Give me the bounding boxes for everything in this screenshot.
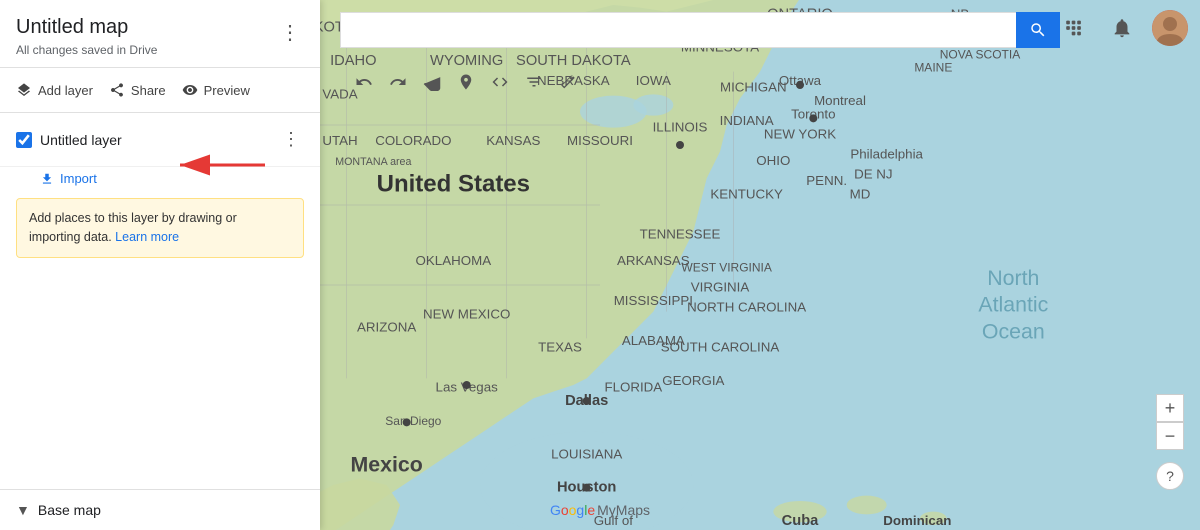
learn-more-link[interactable]: Learn more	[115, 230, 179, 244]
search-input[interactable]	[340, 12, 1016, 48]
svg-text:Cuba: Cuba	[782, 513, 819, 529]
brand-o2: o	[569, 502, 577, 518]
svg-text:MAINE: MAINE	[914, 61, 952, 75]
hint-box: Add places to this layer by drawing or i…	[16, 198, 304, 258]
svg-text:ARIZONA: ARIZONA	[357, 320, 416, 335]
base-map-label: Base map	[38, 502, 101, 518]
layer-name: Untitled layer	[40, 132, 122, 148]
svg-text:North: North	[987, 266, 1039, 290]
help-button[interactable]: ?	[1156, 462, 1184, 490]
sidebar-header: Untitled map All changes saved in Drive …	[0, 0, 320, 68]
layer-checkbox[interactable]	[16, 132, 32, 148]
svg-text:OHIO: OHIO	[756, 153, 790, 168]
google-brand: Google MyMaps	[550, 502, 650, 518]
svg-text:MISSISSIPPI: MISSISSIPPI	[614, 293, 693, 308]
sidebar-panel: Untitled map All changes saved in Drive …	[0, 0, 320, 530]
svg-text:United States: United States	[377, 171, 530, 198]
zoom-controls: + −	[1156, 394, 1184, 450]
layer-menu-button[interactable]: ⋮	[278, 125, 304, 154]
hand-tool-button[interactable]	[416, 66, 448, 98]
search-container	[340, 12, 1060, 48]
svg-text:TEXAS: TEXAS	[538, 340, 582, 355]
base-map-toggle[interactable]: ▼	[16, 502, 30, 518]
search-icon	[1029, 21, 1047, 39]
base-map-section: ▼ Base map	[0, 489, 320, 530]
apps-grid-button[interactable]	[1056, 10, 1092, 46]
svg-text:ARKANSAS: ARKANSAS	[617, 253, 690, 268]
svg-text:FLORIDA: FLORIDA	[604, 380, 662, 395]
search-button[interactable]	[1016, 12, 1060, 48]
svg-text:TENNESSEE: TENNESSEE	[640, 226, 721, 241]
svg-text:KENTUCKY: KENTUCKY	[710, 186, 783, 201]
preview-button[interactable]: Preview	[182, 78, 250, 102]
svg-text:DE NJ: DE NJ	[854, 166, 893, 181]
pin-tool-button[interactable]	[450, 66, 482, 98]
svg-text:MONTANA area: MONTANA area	[335, 156, 411, 168]
svg-text:OKLAHOMA: OKLAHOMA	[416, 253, 492, 268]
svg-text:NEW MEXICO: NEW MEXICO	[423, 306, 510, 321]
svg-text:Philadelphia: Philadelphia	[850, 146, 923, 161]
layer-row: Untitled layer ⋮	[0, 113, 320, 167]
notifications-button[interactable]	[1104, 10, 1140, 46]
user-avatar[interactable]	[1152, 10, 1188, 46]
svg-text:MICHIGAN: MICHIGAN	[720, 80, 787, 95]
svg-text:NEW YORK: NEW YORK	[764, 126, 836, 141]
brand-g2: g	[576, 502, 584, 518]
sidebar-actions: Add layer Share Preview	[0, 68, 320, 113]
redo-button[interactable]	[382, 66, 414, 98]
zoom-out-button[interactable]: −	[1156, 422, 1184, 450]
preview-icon	[182, 82, 198, 98]
svg-text:UTAH: UTAH	[322, 133, 357, 148]
svg-text:VIRGINIA: VIRGINIA	[691, 280, 750, 295]
map-toolbar	[340, 60, 592, 104]
brand-mymaps: MyMaps	[597, 502, 650, 518]
map-subtitle: All changes saved in Drive	[16, 43, 157, 57]
svg-text:Atlantic: Atlantic	[978, 293, 1048, 317]
line-tool-button[interactable]	[484, 66, 516, 98]
layer-left: Untitled layer	[16, 132, 122, 148]
svg-text:IOWA: IOWA	[636, 73, 671, 88]
filter-tool-button[interactable]	[518, 66, 550, 98]
add-layer-button[interactable]: Add layer	[16, 78, 93, 102]
svg-text:NORTH CAROLINA: NORTH CAROLINA	[687, 300, 806, 315]
svg-text:Ocean: Ocean	[982, 319, 1045, 343]
svg-text:PENN.: PENN.	[806, 173, 847, 188]
layers-icon	[16, 82, 32, 98]
svg-text:San Diego: San Diego	[385, 414, 441, 428]
svg-text:COLORADO: COLORADO	[375, 133, 451, 148]
svg-text:MISSOURI: MISSOURI	[567, 133, 633, 148]
svg-text:ILLINOIS: ILLINOIS	[653, 120, 708, 135]
brand-o1: o	[561, 502, 569, 518]
import-icon	[40, 172, 54, 186]
top-right-actions	[1056, 10, 1188, 46]
svg-text:LOUISIANA: LOUISIANA	[551, 446, 622, 461]
svg-text:ALABAMA: ALABAMA	[622, 333, 685, 348]
undo-button[interactable]	[348, 66, 380, 98]
sidebar-menu-button[interactable]: ⋮	[276, 16, 304, 49]
svg-text:WEST VIRGINIA: WEST VIRGINIA	[681, 261, 771, 275]
svg-text:NOVA SCOTIA: NOVA SCOTIA	[940, 47, 1020, 61]
import-row: Import	[0, 167, 320, 194]
zoom-in-button[interactable]: +	[1156, 394, 1184, 422]
svg-text:KANSAS: KANSAS	[486, 133, 540, 148]
measure-tool-button[interactable]	[552, 66, 584, 98]
layers-section: Untitled layer ⋮ Import Add places to th…	[0, 113, 320, 489]
svg-text:Dominican: Dominican	[883, 513, 951, 528]
share-icon	[109, 82, 125, 98]
share-button[interactable]: Share	[109, 78, 166, 102]
svg-text:Mexico: Mexico	[351, 453, 423, 477]
import-link[interactable]: Import	[60, 171, 97, 186]
brand-g: G	[550, 502, 561, 518]
svg-text:MD: MD	[850, 186, 871, 201]
map-title: Untitled map	[16, 16, 157, 39]
svg-text:GEORGIA: GEORGIA	[662, 373, 724, 388]
brand-e: e	[587, 502, 595, 518]
